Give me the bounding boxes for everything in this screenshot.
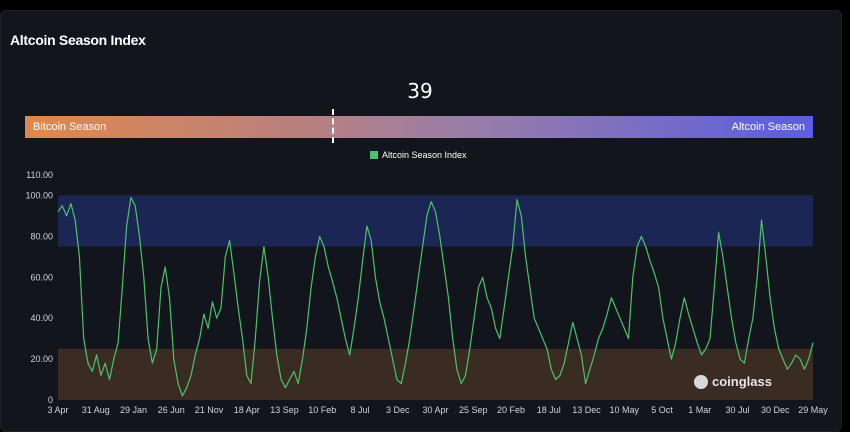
x-tick-label: 30 Apr xyxy=(422,405,448,415)
x-tick-label: 18 Jul xyxy=(537,405,561,415)
y-tick-label: 100.00 xyxy=(25,190,53,200)
x-tick-label: 30 Jul xyxy=(725,405,749,415)
x-tick-label: 3 Dec xyxy=(386,405,410,415)
x-tick-label: 29 May xyxy=(798,405,828,415)
altcoin-season-zone xyxy=(58,195,813,247)
y-tick-label: 0 xyxy=(48,395,53,405)
x-tick-label: 20 Feb xyxy=(497,405,525,415)
y-tick-label: 40.00 xyxy=(30,313,53,323)
x-tick-label: 13 Sep xyxy=(270,405,299,415)
x-tick-label: 21 Nov xyxy=(195,405,224,415)
y-tick-label: 80.00 xyxy=(30,231,53,241)
x-tick-label: 18 Apr xyxy=(234,405,260,415)
x-tick-label: 8 Jul xyxy=(350,405,369,415)
y-tick-label: 20.00 xyxy=(30,354,53,364)
coinglass-logo-icon xyxy=(694,374,708,389)
line-chart[interactable]: 0 20.00 40.00 60.00 80.00 100.00 110.00 3 Apr 31… xyxy=(0,0,850,424)
x-tick-label: 5 Oct xyxy=(651,405,673,415)
x-tick-label: 13 Dec xyxy=(572,405,601,415)
x-tick-label: 29 Jan xyxy=(120,405,147,415)
x-tick-label: 3 Apr xyxy=(47,405,68,415)
y-tick-label: 110.00 xyxy=(26,170,53,180)
x-tick-label: 25 Sep xyxy=(459,405,488,415)
coinglass-logo-text: coinglass xyxy=(712,374,772,389)
x-tick-label: 10 Feb xyxy=(308,405,336,415)
y-tick-label: 60.00 xyxy=(30,272,53,282)
x-tick-label: 31 Aug xyxy=(82,405,110,415)
x-tick-label: 26 Jun xyxy=(158,405,185,415)
x-tick-label: 10 May xyxy=(609,405,639,415)
coinglass-logo: coinglass xyxy=(694,374,772,389)
x-tick-label: 1 Mar xyxy=(688,405,711,415)
x-tick-label: 30 Dec xyxy=(761,405,790,415)
